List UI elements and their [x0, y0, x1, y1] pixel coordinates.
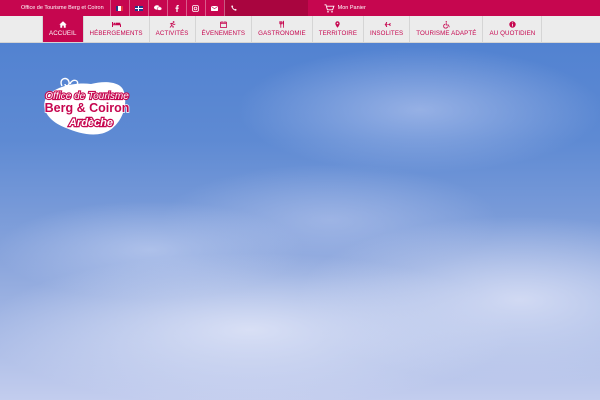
cart-icon: [324, 3, 335, 13]
mail-icon[interactable]: [204, 0, 224, 16]
nav-label: ÉVENEMENTS: [201, 30, 246, 37]
nav-item-accueil[interactable]: ACCUEIL: [42, 16, 84, 42]
activity-icon: [169, 21, 176, 28]
nav-label: GASTRONOMIE: [258, 30, 306, 37]
calendar-icon: [219, 21, 227, 28]
nav-label: AU QUOTIDIEN: [489, 30, 536, 37]
plane-icon: [382, 22, 391, 27]
chat-icon[interactable]: [147, 0, 167, 16]
phone-button[interactable]: [223, 0, 308, 16]
nav-label: ACTIVITÉS: [155, 30, 189, 37]
top-bar: Office de Tourisme Berg et Coiron Mon Pa…: [0, 0, 600, 16]
site-name[interactable]: Office de Tourisme Berg et Coiron: [0, 0, 110, 16]
nav-label: INSOLITES: [370, 30, 404, 37]
bed-icon: [111, 22, 121, 27]
nav-item-tourisme-adapte[interactable]: TOURISME ADAPTÉ: [410, 16, 484, 42]
uk-flag-icon[interactable]: [128, 0, 148, 16]
nav-item-activites[interactable]: ACTIVITÉS: [150, 16, 196, 42]
instagram-icon[interactable]: [185, 0, 205, 16]
nav-label: ACCUEIL: [49, 30, 77, 37]
nav-item-insolites[interactable]: INSOLITES: [364, 16, 411, 42]
map-marker-icon: [335, 21, 341, 28]
main-navigation: ACCUEIL HÉBERGEMENTS ACTIVITÉS ÉVENEMENT…: [0, 16, 600, 43]
logo-line2: Berg & Coiron: [45, 101, 130, 115]
nav-label: TERRITOIRE: [318, 30, 358, 37]
home-icon: [59, 21, 67, 28]
cart-link[interactable]: Mon Panier: [308, 0, 366, 16]
nav-item-evenements[interactable]: ÉVENEMENTS: [196, 16, 253, 42]
hero-sky-background: [0, 0, 600, 400]
french-flag-icon[interactable]: [109, 0, 129, 16]
nav-item-hebergements[interactable]: HÉBERGEMENTS: [84, 16, 150, 42]
site-logo[interactable]: Office de Tourisme Berg & Coiron Ardèche: [36, 76, 132, 138]
nav-label: HÉBERGEMENTS: [89, 30, 143, 37]
nav-item-au-quotidien[interactable]: AU QUOTIDIEN: [483, 16, 543, 42]
phone-icon: [230, 5, 237, 11]
nav-item-gastronomie[interactable]: GASTRONOMIE: [252, 16, 313, 42]
facebook-icon[interactable]: [166, 0, 186, 16]
wheelchair-icon: [443, 21, 450, 29]
nav-label: TOURISME ADAPTÉ: [416, 30, 477, 37]
logo-line3: Ardèche: [68, 117, 113, 129]
cutlery-icon: [279, 20, 284, 28]
nav-item-territoire[interactable]: TERRITOIRE: [313, 16, 365, 42]
info-icon: [509, 21, 516, 28]
cart-label: Mon Panier: [337, 5, 366, 11]
